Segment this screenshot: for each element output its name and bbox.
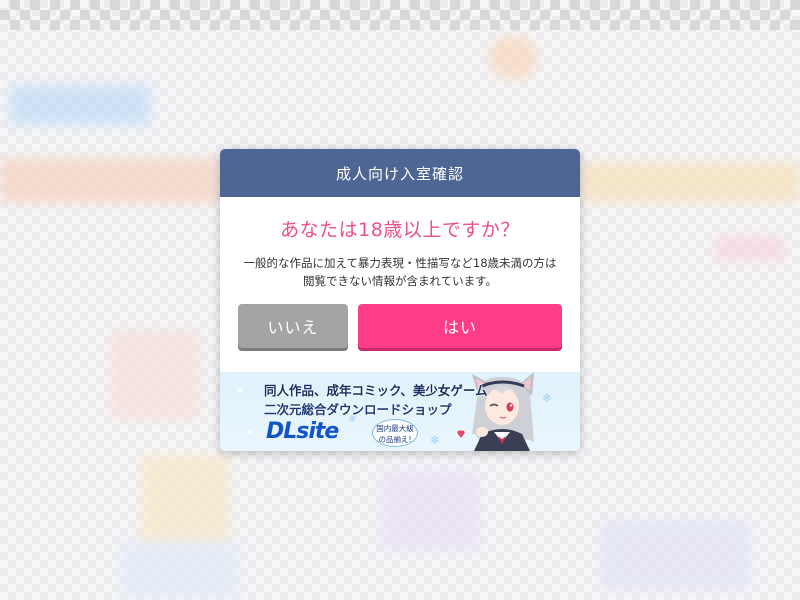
banner-tagline-2: 二次元総合ダウンロードショップ bbox=[264, 402, 452, 417]
dlsite-banner[interactable]: ❄ ❄ ❄ 同人作品、成年コミック、美少女ゲーム 二次元総合ダウンロードショップ… bbox=[220, 372, 580, 451]
description-line-2: 閲覧できない情報が含まれています。 bbox=[302, 274, 497, 288]
banner-badge: 国内最大級 の品揃え! bbox=[372, 419, 418, 447]
button-row: いいえ はい bbox=[238, 304, 562, 352]
yes-button[interactable]: はい bbox=[358, 304, 562, 348]
dialog-description: 一般的な作品に加えて暴力表現・性描写など18歳未満の方は 閲覧できない情報が含ま… bbox=[240, 254, 560, 290]
description-line-1: 一般的な作品に加えて暴力表現・性描写など18歳未満の方は bbox=[243, 256, 557, 270]
badge-line-1: 国内最大級 bbox=[376, 424, 414, 433]
dlsite-logo: DLsite bbox=[266, 419, 339, 444]
no-button[interactable]: いいえ bbox=[238, 304, 348, 348]
badge-line-2: の品揃え! bbox=[378, 435, 412, 444]
svg-text:❄: ❄ bbox=[430, 433, 440, 447]
banner-tagline-1: 同人作品、成年コミック、美少女ゲーム bbox=[264, 383, 488, 398]
dialog-title: 成人向け入室確認 bbox=[220, 149, 580, 197]
age-verification-dialog: 成人向け入室確認 あなたは18歳以上ですか？ 一般的な作品に加えて暴力表現・性描… bbox=[220, 149, 580, 451]
svg-text:❄: ❄ bbox=[542, 391, 552, 405]
age-question: あなたは18歳以上ですか？ bbox=[280, 219, 520, 241]
